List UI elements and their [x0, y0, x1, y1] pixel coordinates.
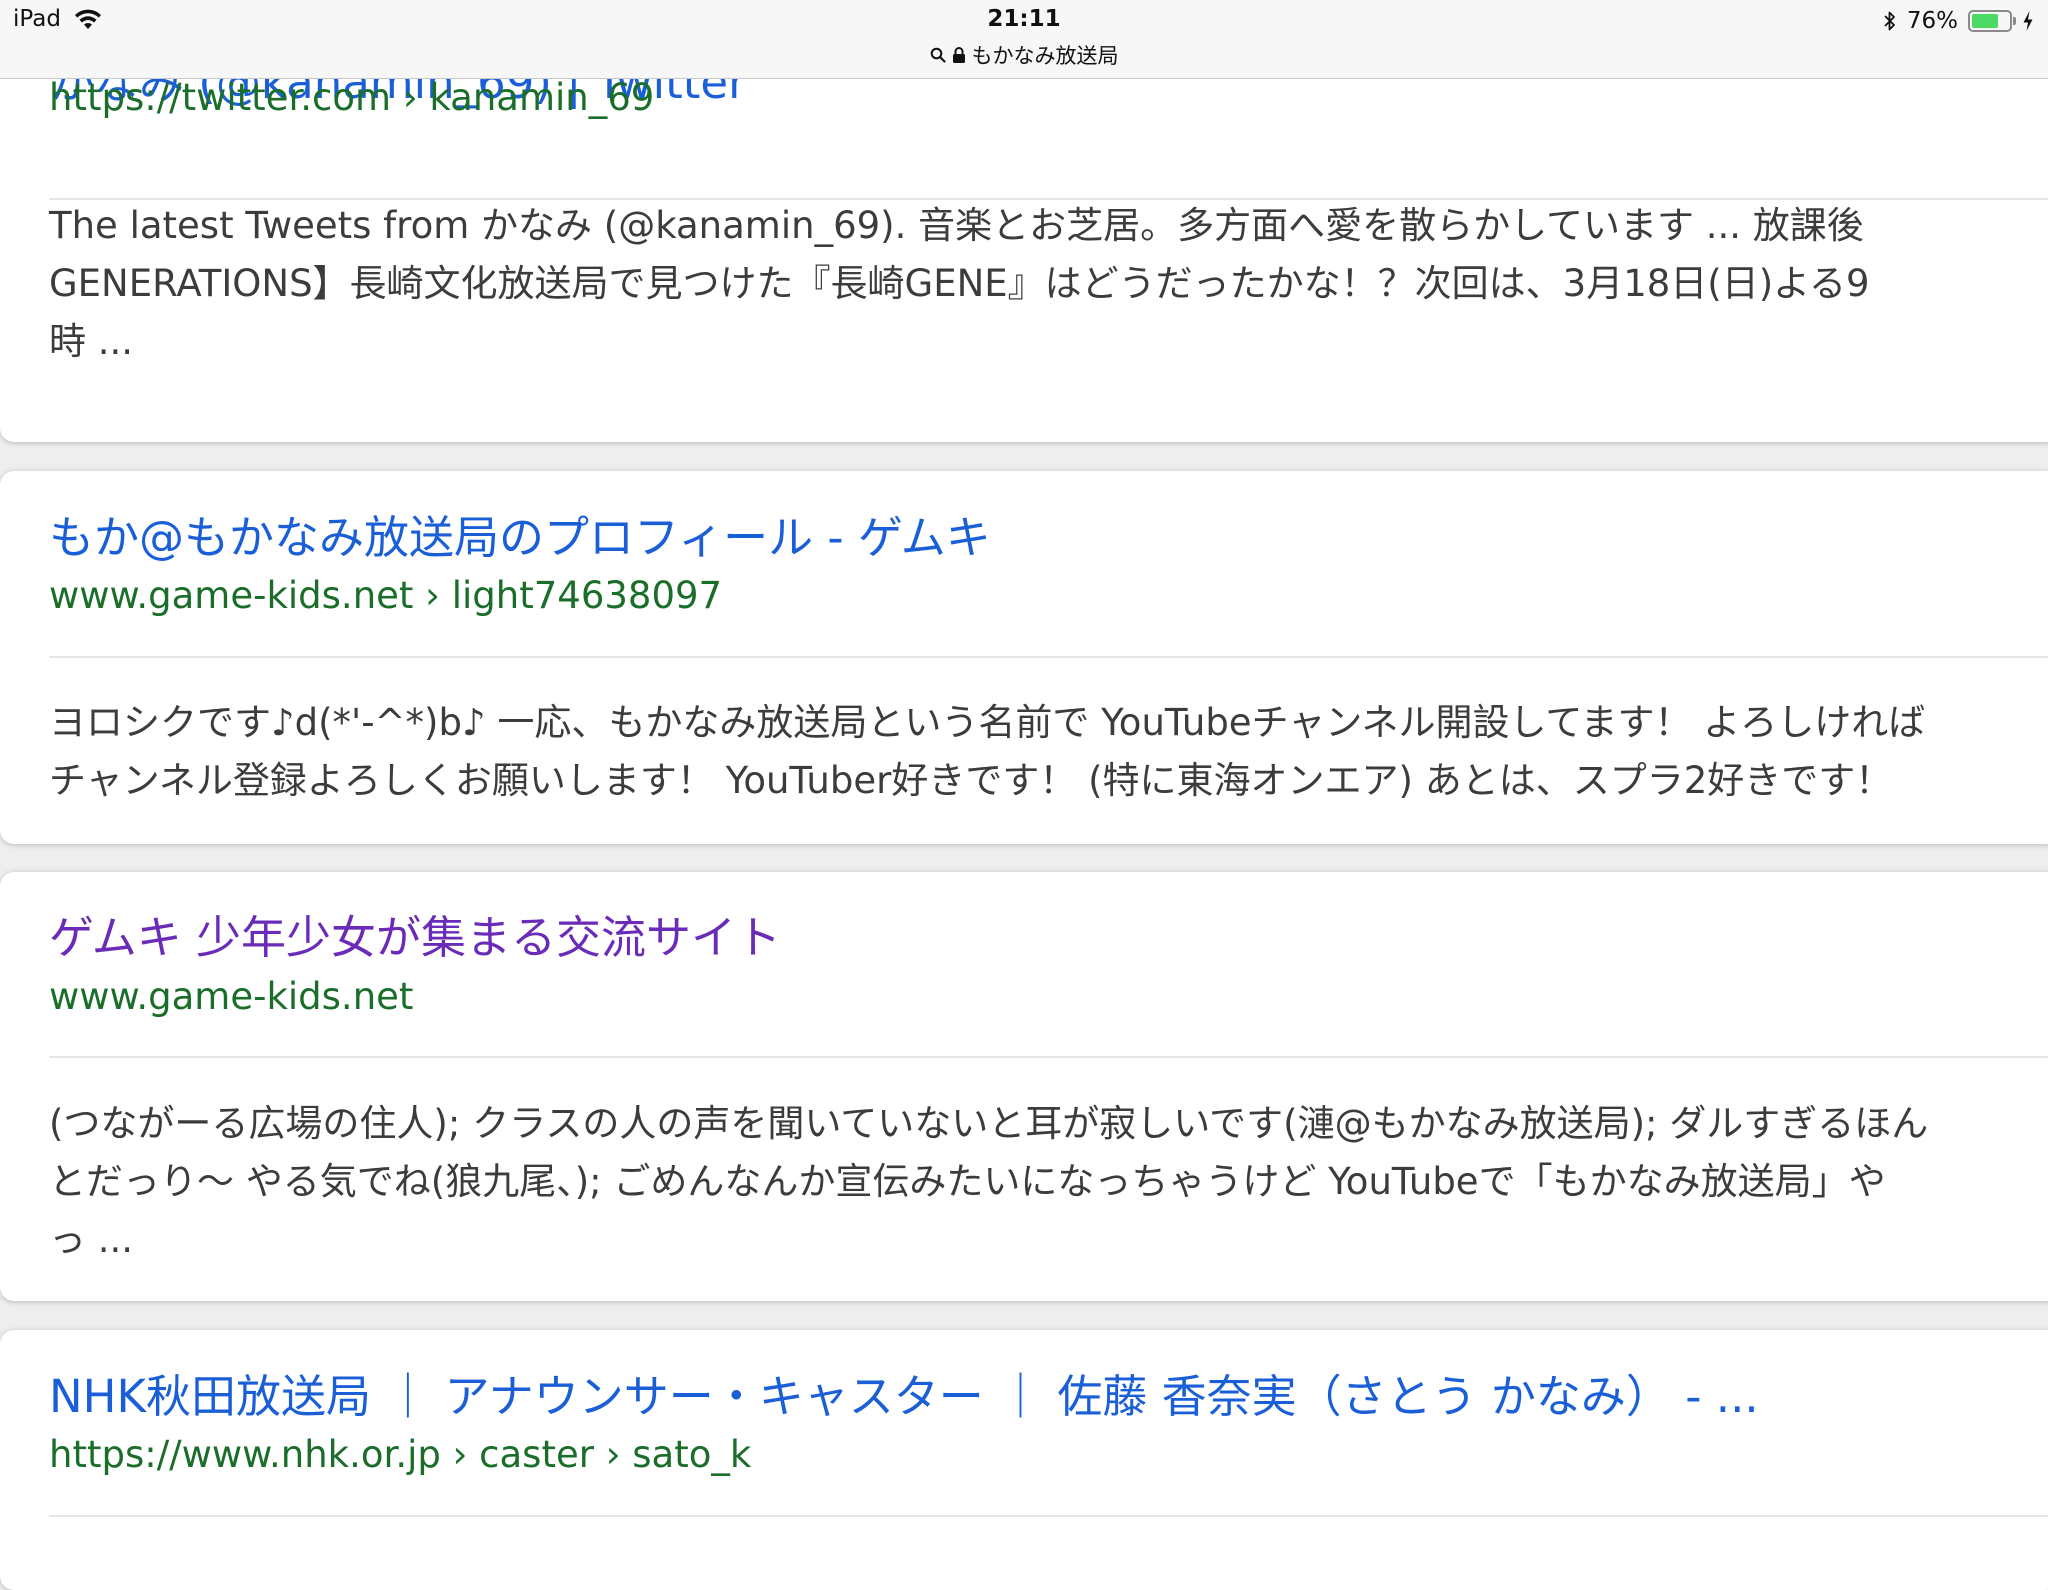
- status-bar: iPad 21:11 もかなみ放送局 76%: [0, 0, 2048, 79]
- result-snippet: ヨロシクです♪d(*'-^*)b♪ 一応、もかなみ放送局という名前で YouTu…: [49, 701, 1926, 802]
- result-url[interactable]: www.game-kids.net › light74638097: [49, 571, 722, 621]
- result-url[interactable]: https://www.nhk.or.jp › caster › sato_k: [49, 1430, 751, 1480]
- battery-level: [1972, 14, 1999, 28]
- status-indicators: 76%: [1883, 6, 2034, 36]
- address-bar-text: もかなみ放送局: [971, 44, 1119, 68]
- search-result-card: ゲムキ 少年少女が集まる交流サイト www.game-kids.net (つなが…: [0, 872, 2048, 1301]
- search-icon: [930, 47, 946, 63]
- result-url[interactable]: https://twitter.com › kanamin_69: [49, 73, 654, 123]
- bluetooth-icon: [1884, 11, 1895, 31]
- address-bar[interactable]: もかなみ放送局: [0, 40, 2048, 70]
- result-divider: [49, 1515, 2048, 1517]
- result-divider: [49, 1056, 2048, 1058]
- search-result-card: NHK秋田放送局 ｜ アナウンサー・キャスター ｜ 佐藤 香奈実（さとう かなみ…: [0, 1330, 2048, 1590]
- charging-icon: [2023, 11, 2033, 31]
- result-title-link[interactable]: もか@もかなみ放送局のプロフィール - ゲムキ: [49, 508, 991, 568]
- result-snippet: (つながーる広場の住人); クラスの人の声を聞いていないと耳が寂しいです(漣@も…: [49, 1102, 1929, 1261]
- result-url[interactable]: www.game-kids.net: [49, 972, 413, 1022]
- result-divider: [49, 656, 2048, 658]
- lock-icon: [952, 47, 965, 63]
- result-snippet: The latest Tweets from かなみ (@kanamin_69)…: [49, 204, 1870, 363]
- result-title-link[interactable]: NHK秋田放送局 ｜ アナウンサー・キャスター ｜ 佐藤 香奈実（さとう かなみ…: [49, 1367, 1759, 1427]
- clock: 21:11: [987, 6, 1061, 32]
- battery-percent: 76%: [1906, 8, 1958, 34]
- result-title-link[interactable]: ゲムキ 少年少女が集まる交流サイト: [49, 908, 781, 968]
- search-result-card: もか@もかなみ放送局のプロフィール - ゲムキ www.game-kids.ne…: [0, 471, 2048, 844]
- battery-icon: [1968, 10, 2016, 32]
